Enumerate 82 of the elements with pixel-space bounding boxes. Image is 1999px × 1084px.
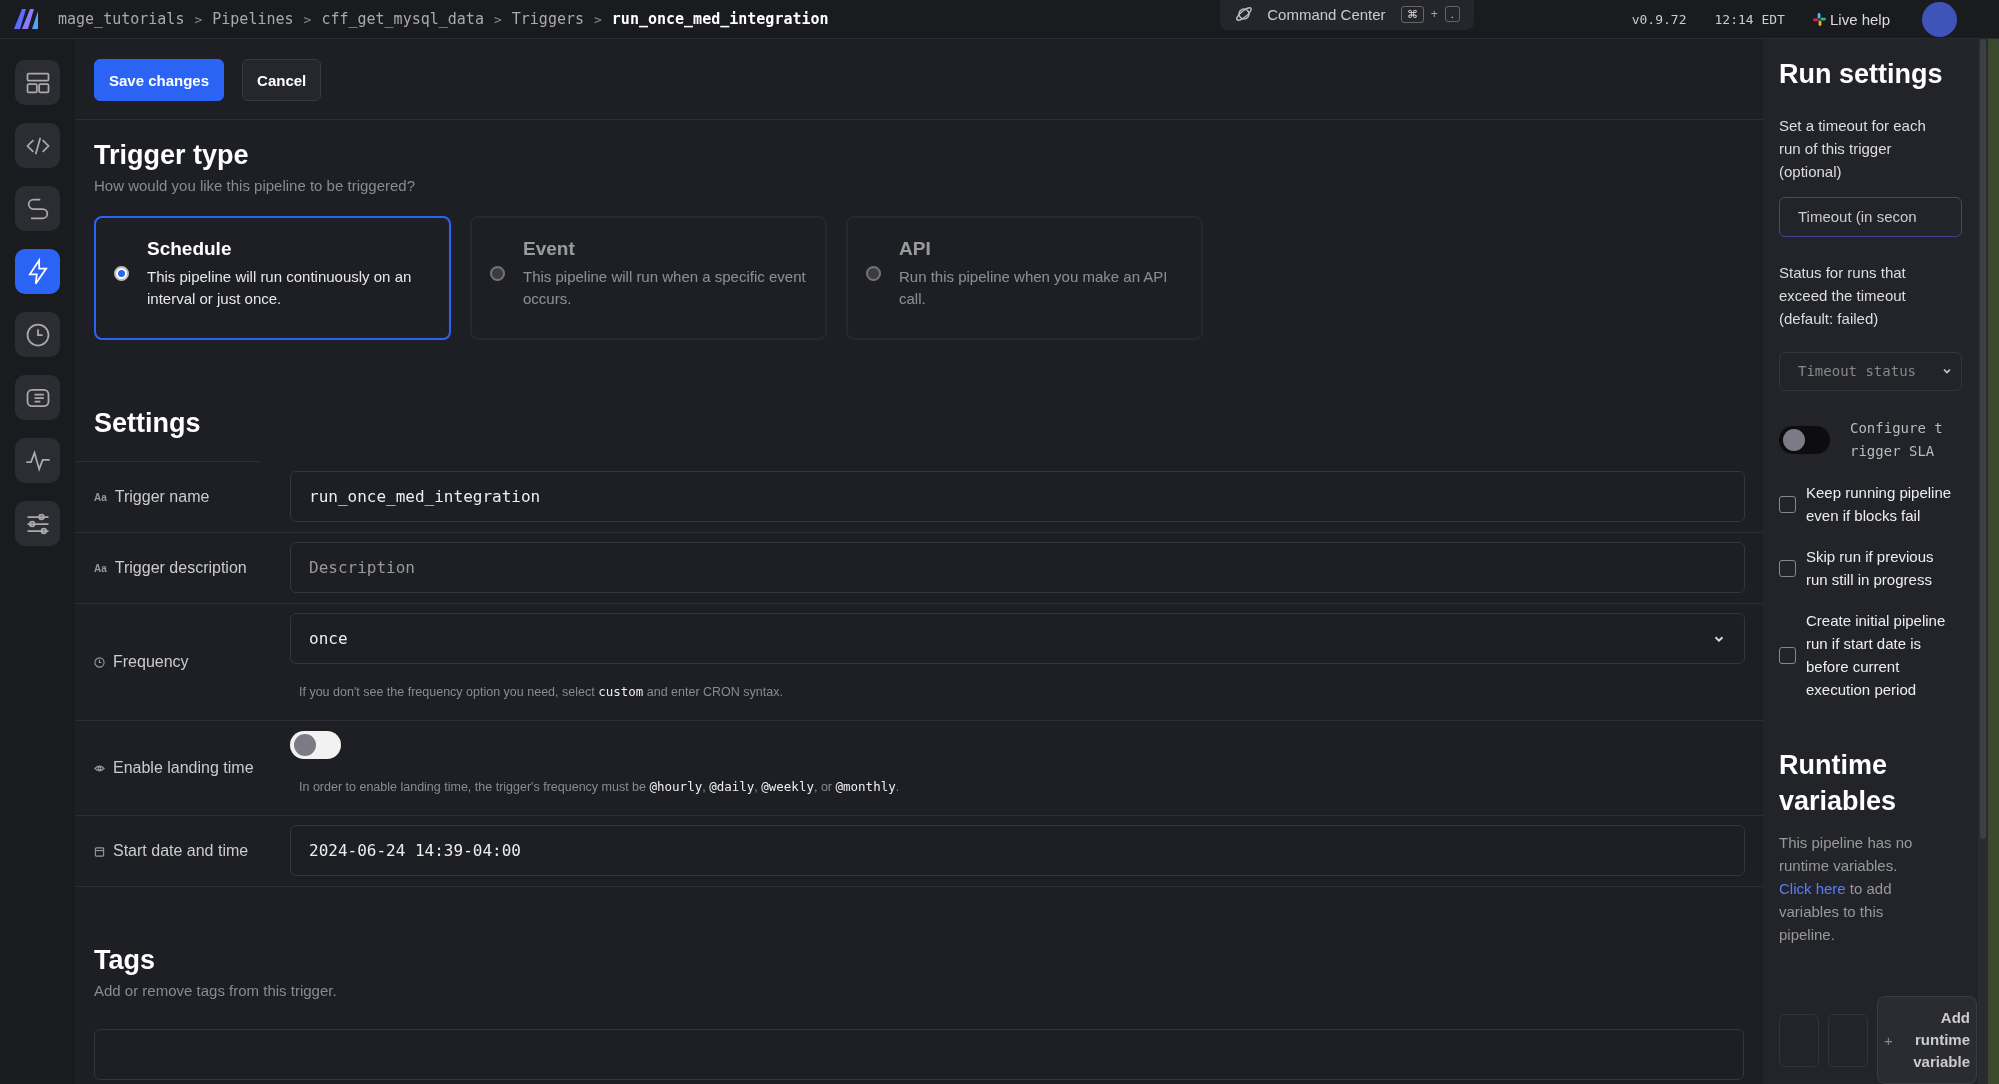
checkbox[interactable]	[1779, 559, 1796, 577]
breadcrumb-link[interactable]: Triggers	[511, 10, 584, 28]
version-label: v0.9.72	[1631, 11, 1687, 27]
breadcrumb-link[interactable]: mage_tutorials	[58, 10, 185, 28]
field-label: Set a timeout for each run of this trigger (optional)	[1779, 116, 1927, 182]
radio-button[interactable]	[490, 266, 505, 281]
runtime-variables-text: This pipeline has no runtime variables. Click here to add variables to this pipeline.	[1779, 833, 1914, 945]
breadcrumb-separator: >	[493, 11, 502, 27]
field-label: Trigger name	[114, 488, 210, 506]
breadcrumb-separator: >	[194, 11, 203, 27]
option-description: This pipeline will run when a specific event occurs.	[523, 267, 807, 309]
command-center-label: Command Center	[1267, 5, 1386, 23]
toggle-switch[interactable]	[290, 731, 341, 759]
clock-time: 12:14 EDT	[1714, 11, 1785, 27]
text-field[interactable]: Description	[290, 542, 1745, 593]
timeout-status-dropdown[interactable]: Timeout status	[1779, 351, 1962, 391]
text-icon: Aa	[94, 562, 107, 574]
text-field[interactable]: run_once_med_integration	[290, 471, 1745, 522]
checkbox-label: Keep running pipeline even if blocks fail	[1806, 483, 1953, 526]
option-description: This pipeline will run continuously on an interval or just once.	[147, 267, 413, 309]
panel-title: Runtime variables	[1779, 749, 1898, 818]
sidebar-button[interactable]	[15, 375, 60, 420]
checkbox-label: Create initial pipeline run if start date is before current execution period	[1806, 611, 1947, 700]
add-runtime-variable-button[interactable]: + Add runtime variable	[1877, 996, 1977, 1084]
sidebar-button[interactable]	[15, 438, 60, 483]
radio-button[interactable]	[114, 266, 129, 281]
section-title: Trigger type	[94, 140, 250, 171]
logo-icon[interactable]	[12, 8, 40, 30]
live-help-link[interactable]: Live help	[1812, 10, 1890, 28]
shortcut-key: .	[1444, 6, 1460, 22]
field-label: Start date and time	[113, 842, 249, 860]
help-text: If you don't see the frequency option you need, select custom and enter CRON syntax.	[299, 684, 784, 699]
checkbox[interactable]	[1779, 646, 1796, 664]
text-icon: Aa	[94, 491, 107, 503]
text-field[interactable]: 2024-06-24 14:39-04:00	[290, 825, 1745, 876]
breadcrumb-separator: >	[594, 11, 602, 27]
command-center-button[interactable]: Command Center ⌘ + .	[1220, 0, 1474, 30]
scrollbar[interactable]	[1978, 39, 1988, 1084]
sidebar-button[interactable]	[15, 249, 60, 294]
help-text: In order to enable landing time, the trigger's frequency must be @hourly, @daily, @weekly, or @monthly.	[299, 779, 901, 794]
planet-icon	[1234, 4, 1255, 24]
section-subtitle: Add or remove tags from this trigger.	[94, 982, 338, 999]
toggle-switch[interactable]	[1779, 426, 1830, 454]
frequency-dropdown[interactable]: once	[290, 613, 1745, 664]
breadcrumb-link[interactable]: run_once_med_integration	[611, 10, 829, 28]
radio-button[interactable]	[866, 266, 881, 281]
sidebar-button[interactable]	[15, 123, 60, 168]
save-button[interactable]: Save changes	[94, 59, 225, 101]
timeout-field[interactable]: Timeout (in secon	[1779, 197, 1962, 237]
checkbox-label: Skip run if previous run still in progress	[1806, 547, 1935, 590]
pinwheel-icon	[1812, 12, 1826, 26]
shortcut-key: ⌘	[1400, 5, 1424, 23]
cancel-button[interactable]: Cancel	[242, 59, 322, 101]
click-here-link[interactable]: Click here	[1779, 880, 1846, 897]
section-title: Tags	[94, 945, 156, 976]
clock-icon	[94, 656, 105, 668]
trigger-type-card[interactable]: Schedule This pipeline will run continuously on an interval or just once.	[94, 216, 451, 340]
breadcrumb-link[interactable]: cff_get_mysql_data	[321, 10, 484, 28]
calendar-icon	[94, 845, 105, 857]
option-description: Run this pipeline when you make an API call.	[899, 267, 1169, 309]
trigger-type-card[interactable]: API Run this pipeline when you make an API call.	[846, 216, 1203, 340]
option-title: API	[899, 238, 932, 260]
shortcut-key: +	[1430, 7, 1438, 21]
avatar-icon[interactable]	[1922, 1, 1957, 37]
section-title: Settings	[93, 408, 202, 439]
breadcrumb-separator: >	[303, 11, 312, 27]
field-label: Trigger description	[114, 559, 247, 577]
sidebar-button[interactable]	[15, 501, 60, 546]
option-title: Event	[523, 238, 576, 260]
field-label: Status for runs that exceed the timeout (default: failed)	[1779, 262, 1907, 329]
field-label: Enable landing time	[113, 759, 254, 777]
checkbox[interactable]	[1779, 495, 1796, 513]
option-title: Schedule	[147, 238, 233, 260]
sidebar-button[interactable]	[15, 60, 60, 105]
sidebar-button[interactable]	[15, 312, 60, 357]
sidebar-button[interactable]	[15, 186, 60, 231]
toggle-label: Configure trigger SLA	[1850, 419, 1944, 461]
trigger-type-card[interactable]: Event This pipeline will run when a specific event occurs.	[470, 216, 827, 340]
field-label: Frequency	[113, 653, 189, 671]
panel-title: Run settings	[1779, 59, 1944, 90]
section-subtitle: How would you like this pipeline to be triggered?	[94, 177, 417, 194]
breadcrumb-link[interactable]: Pipelines	[212, 10, 294, 28]
